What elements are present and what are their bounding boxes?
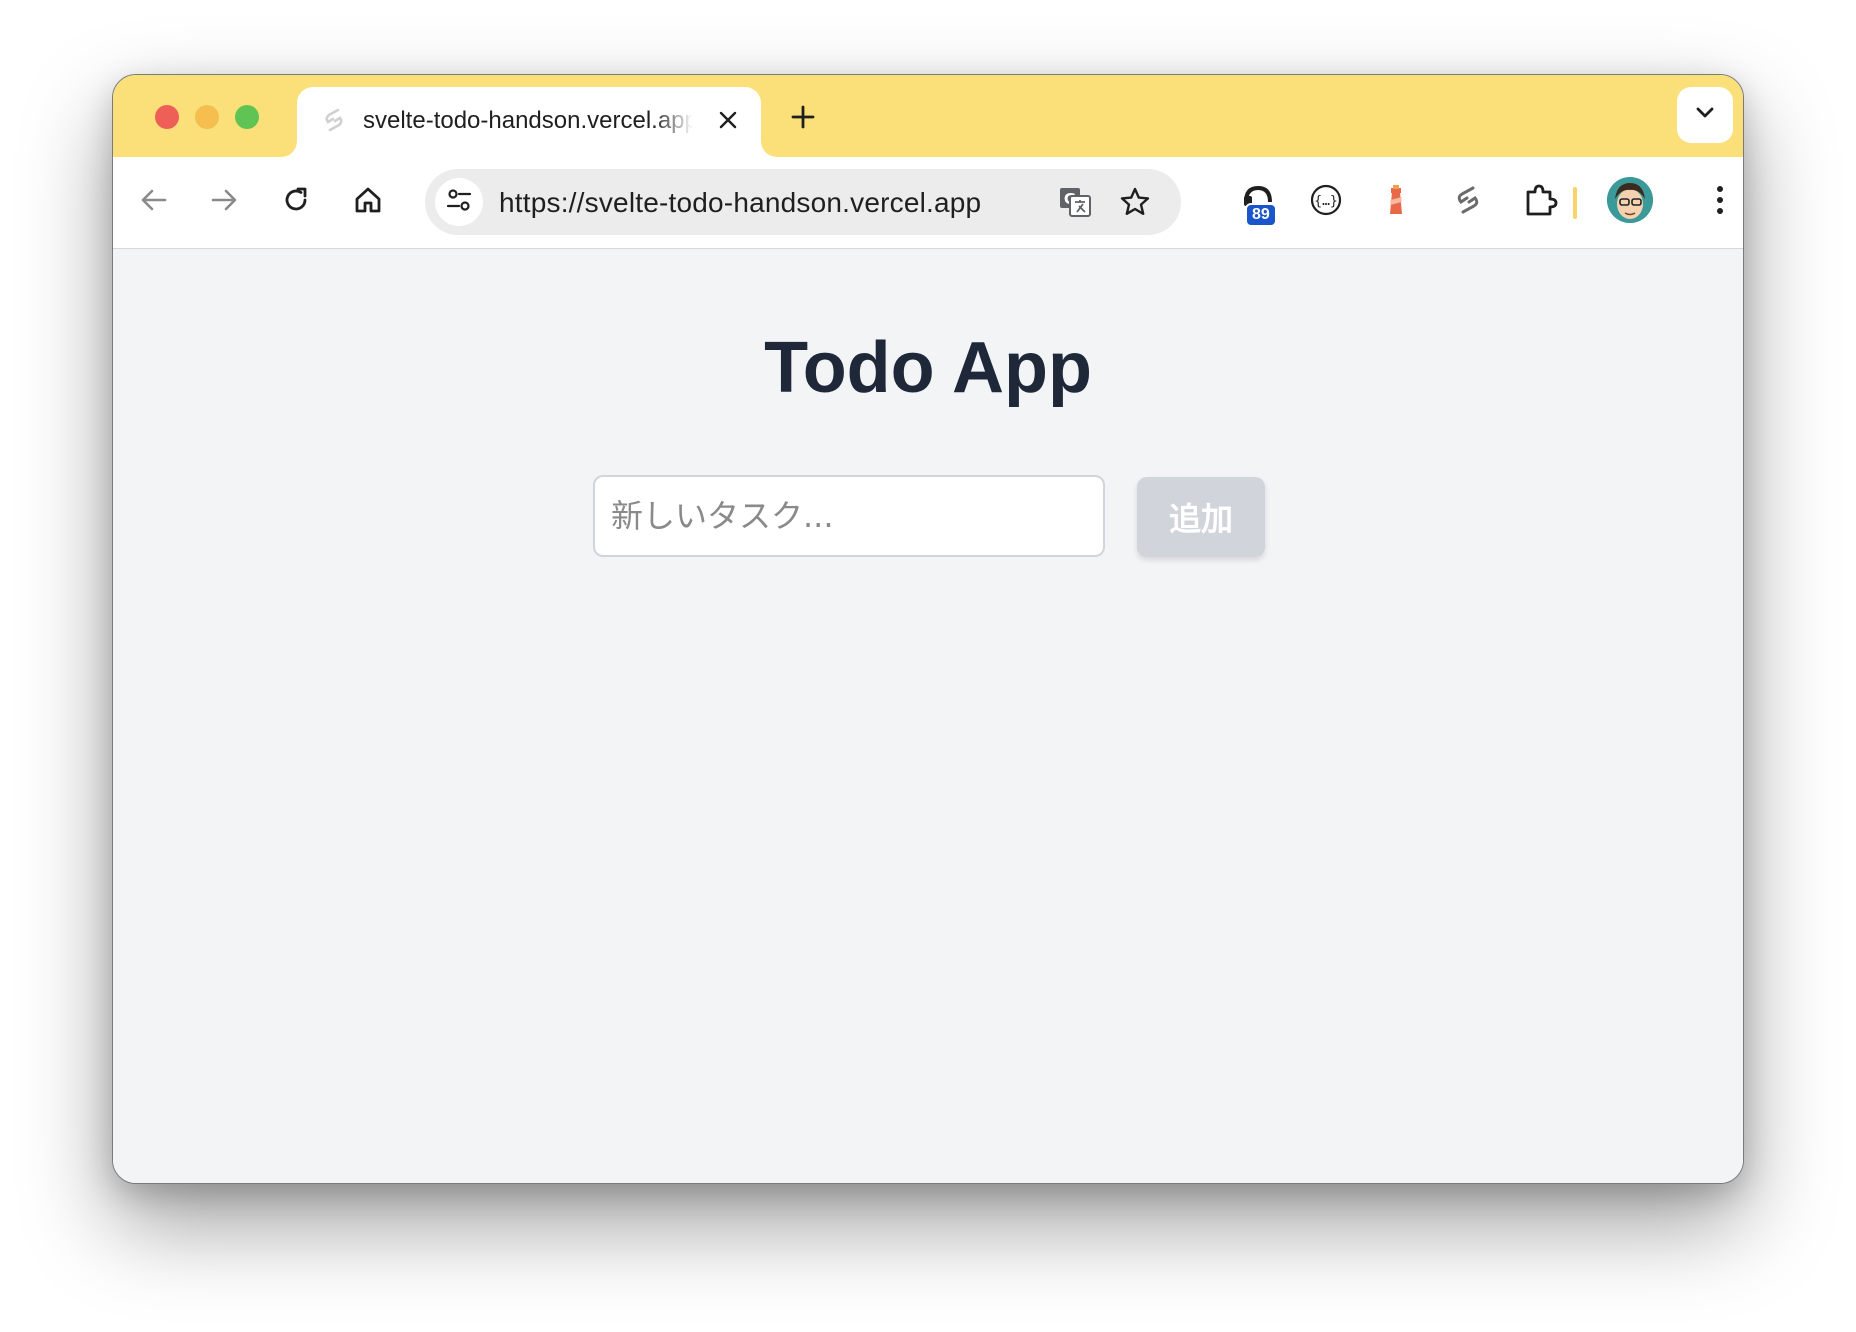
url-text[interactable]: https://svelte-todo-handson.vercel.app (499, 187, 981, 219)
address-bar[interactable]: https://svelte-todo-handson.vercel.app G (425, 169, 1181, 235)
new-task-input[interactable] (593, 475, 1105, 557)
chevron-down-icon (1695, 106, 1715, 125)
profile-avatar[interactable] (1607, 177, 1653, 223)
arrow-right-icon (209, 185, 239, 220)
forward-button[interactable] (201, 179, 247, 225)
browser-menu-button[interactable] (1697, 179, 1743, 225)
extensions-menu-button[interactable] (1517, 179, 1563, 225)
tune-icon (445, 186, 473, 219)
browser-window: svelte-todo-handson.vercel.app https://s… (112, 74, 1744, 1184)
close-window-button[interactable] (155, 105, 179, 129)
translate-icon[interactable]: G (1055, 182, 1095, 222)
more-vertical-icon (1714, 184, 1726, 221)
reload-button[interactable] (273, 179, 319, 225)
back-button[interactable] (131, 179, 177, 225)
browser-toolbar: https://svelte-todo-handson.vercel.app G (113, 157, 1743, 249)
svelte-devtools-extension[interactable] (1445, 179, 1491, 225)
tab-search-button[interactable] (1677, 87, 1733, 143)
svg-text:{…}: {…} (1314, 194, 1337, 209)
reload-icon (281, 185, 311, 220)
page-content: Todo App 追加 (113, 249, 1743, 1183)
home-icon (353, 185, 383, 220)
tab-strip: svelte-todo-handson.vercel.app (113, 75, 1743, 157)
maximize-window-button[interactable] (235, 105, 259, 129)
lighthouse-icon (1378, 182, 1414, 223)
tab-title: svelte-todo-handson.vercel.app (363, 107, 693, 134)
site-info-button[interactable] (435, 178, 483, 226)
new-tab-icon[interactable] (785, 99, 821, 135)
puzzle-icon (1522, 182, 1558, 223)
json-viewer-extension[interactable]: {…} (1303, 179, 1349, 225)
extension-counter-button[interactable]: 89 (1235, 179, 1281, 227)
add-task-button[interactable]: 追加 (1137, 477, 1265, 557)
page-title: Todo App (764, 328, 1092, 408)
toolbar-divider (1573, 187, 1577, 219)
json-braces-icon: {…} (1308, 182, 1344, 223)
active-tab[interactable]: svelte-todo-handson.vercel.app (297, 87, 761, 157)
home-button[interactable] (345, 179, 391, 225)
bookmark-star-icon[interactable] (1115, 182, 1155, 222)
minimize-window-button[interactable] (195, 105, 219, 129)
extension-badge: 89 (1245, 203, 1277, 227)
lighthouse-extension[interactable] (1373, 179, 1419, 225)
close-tab-icon[interactable] (713, 105, 743, 135)
svelte-icon (1451, 183, 1485, 222)
svelte-icon (319, 105, 349, 135)
arrow-left-icon (139, 185, 169, 220)
